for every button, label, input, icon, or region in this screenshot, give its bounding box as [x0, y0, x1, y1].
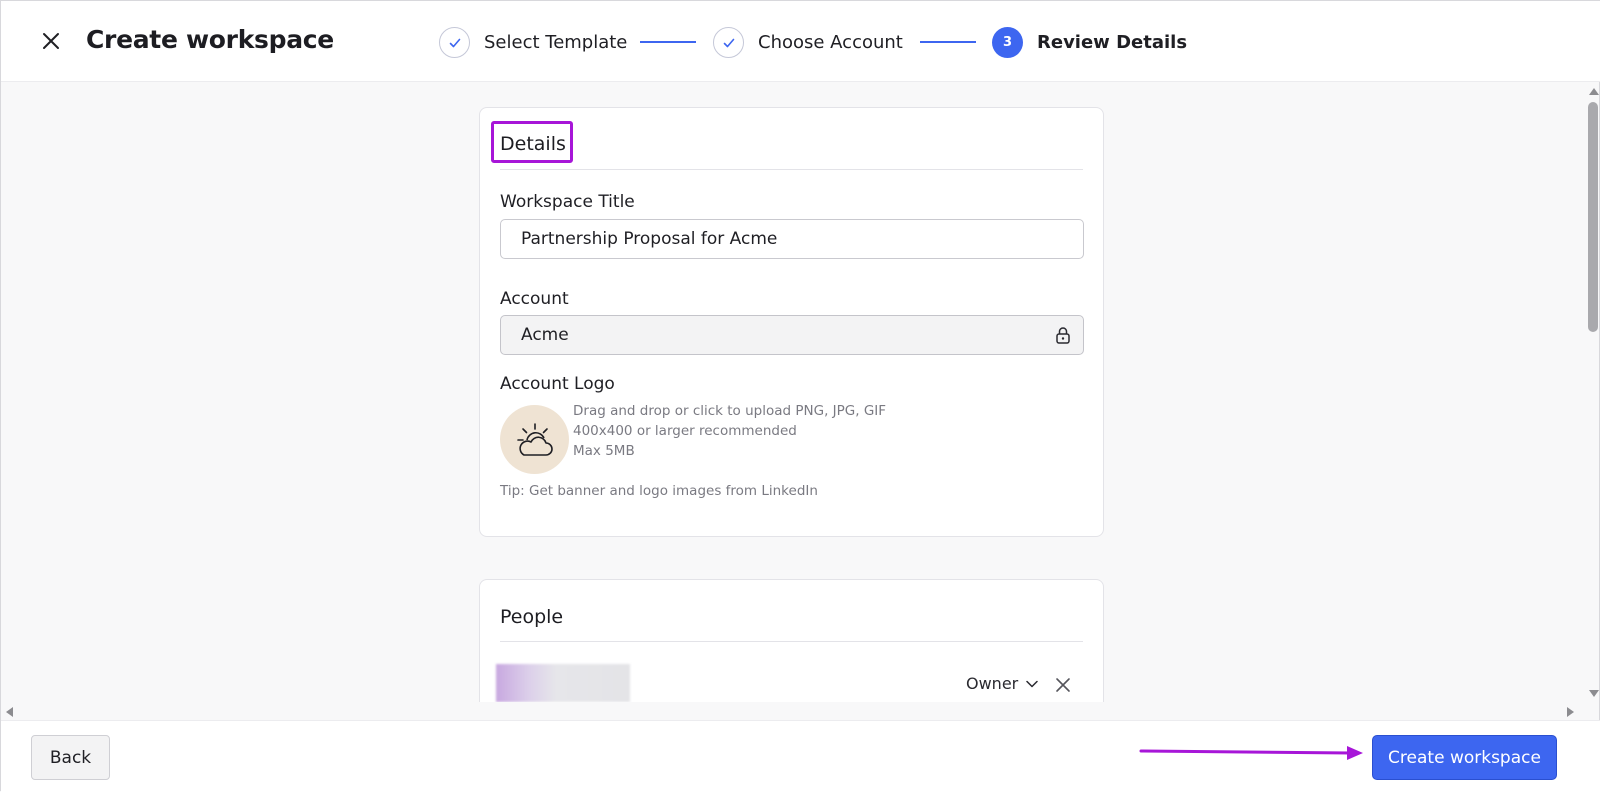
scroll-right-arrow-icon[interactable]: [1567, 707, 1574, 717]
account-logo-upload[interactable]: [500, 405, 569, 474]
app-window: Create workspace Select Template Choose …: [0, 0, 1600, 792]
footer: Back Create workspace: [1, 720, 1600, 792]
back-button[interactable]: Back: [31, 735, 110, 780]
step-choose-account-check-icon: [713, 27, 744, 58]
role-dropdown[interactable]: Owner: [966, 674, 1038, 693]
horizontal-scrollbar[interactable]: [1, 704, 1585, 720]
people-card: People Owner: [479, 579, 1104, 702]
role-value: Owner: [966, 674, 1019, 693]
account-field: Acme: [500, 315, 1084, 355]
logo-tip: Tip: Get banner and logo images from Lin…: [500, 483, 818, 499]
close-button[interactable]: [37, 27, 65, 55]
details-section-title: Details: [500, 133, 566, 155]
lock-icon: [1056, 327, 1070, 344]
sun-cloud-icon: [516, 422, 553, 456]
upload-instructions: Drag and drop or click to upload PNG, JP…: [573, 403, 887, 419]
header: Create workspace Select Template Choose …: [1, 1, 1600, 82]
account-logo-label: Account Logo: [500, 374, 615, 394]
chevron-down-icon: [1026, 680, 1038, 687]
details-card: Details Workspace Title Partnership Prop…: [479, 107, 1104, 537]
step-select-template[interactable]: Select Template: [484, 32, 627, 53]
workspace-title-input[interactable]: Partnership Proposal for Acme: [500, 219, 1084, 259]
step-number-badge: 3: [992, 27, 1023, 58]
divider: [500, 641, 1083, 642]
scroll-left-arrow-icon[interactable]: [6, 707, 13, 717]
annotation-arrow-icon: [1139, 746, 1363, 760]
step-review-details: Review Details: [1037, 32, 1188, 53]
scroll-up-arrow-icon[interactable]: [1589, 88, 1599, 95]
upload-size-hint: 400x400 or larger recommended: [573, 423, 797, 439]
step-connector: [920, 41, 976, 43]
vertical-scrollbar[interactable]: [1585, 82, 1600, 702]
step-select-template-check-icon: [439, 27, 470, 58]
scroll-down-arrow-icon[interactable]: [1589, 690, 1599, 697]
create-workspace-button[interactable]: Create workspace: [1372, 735, 1557, 780]
upload-max-size: Max 5MB: [573, 443, 635, 459]
scrollbar-thumb[interactable]: [1588, 102, 1598, 332]
step-choose-account[interactable]: Choose Account: [758, 32, 903, 53]
remove-person-icon[interactable]: [1054, 676, 1072, 694]
account-label: Account: [500, 289, 569, 309]
workspace-title-label: Workspace Title: [500, 192, 635, 212]
account-value: Acme: [521, 325, 569, 345]
close-icon: [43, 33, 59, 49]
step-connector: [640, 41, 696, 43]
person-avatar: [496, 664, 630, 702]
people-section-title: People: [500, 606, 564, 628]
content-area: Details Workspace Title Partnership Prop…: [1, 82, 1585, 702]
page-title: Create workspace: [86, 25, 334, 54]
divider: [500, 169, 1083, 170]
